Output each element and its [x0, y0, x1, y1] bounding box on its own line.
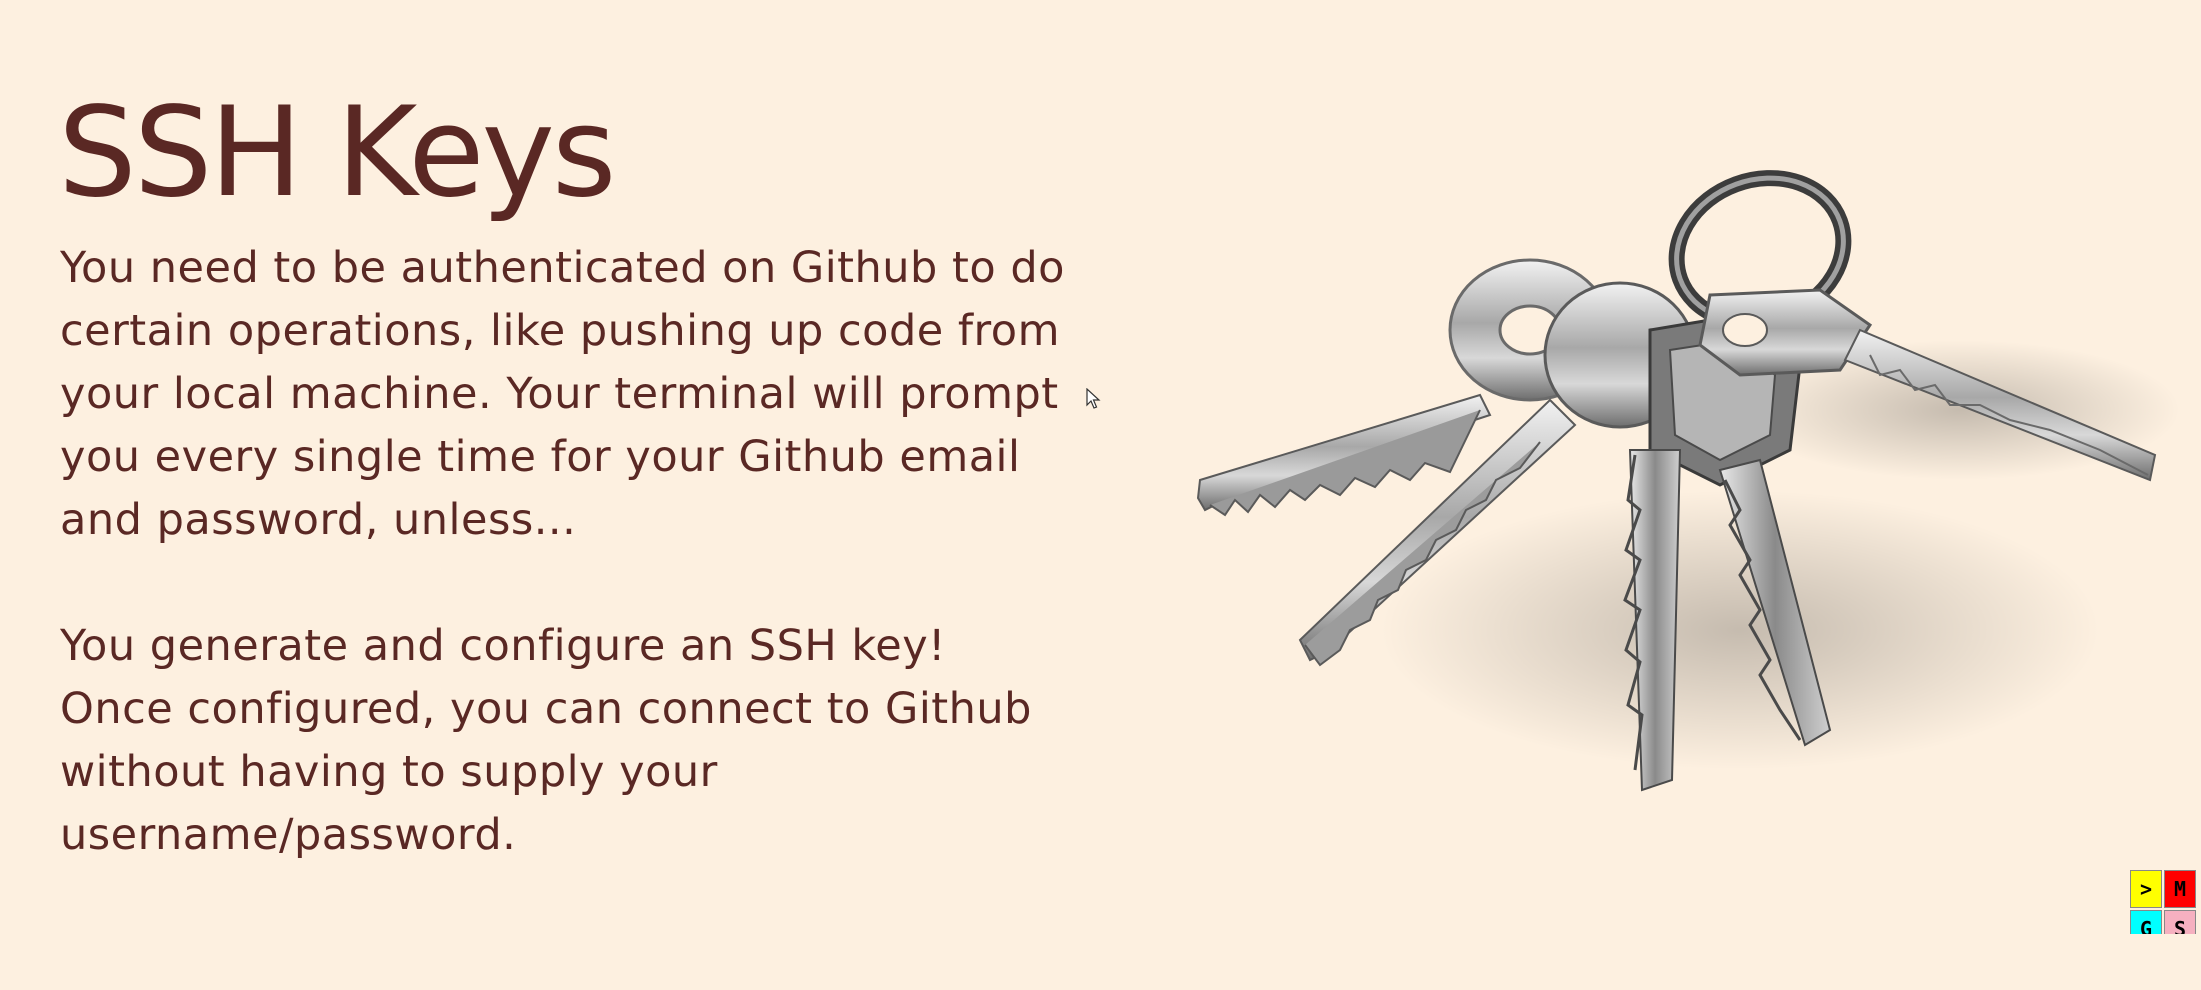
- extension-widget[interactable]: > M G S: [2130, 870, 2200, 934]
- keys-image: [1196, 170, 2180, 792]
- mouse-cursor-icon: [1086, 388, 1101, 409]
- widget-cell-m[interactable]: M: [2164, 870, 2196, 908]
- slide: SSH Keys You need to be authenticated on…: [0, 0, 2201, 990]
- widget-cell-g[interactable]: G: [2130, 910, 2162, 934]
- slide-title: SSH Keys: [58, 81, 616, 225]
- widget-cell-s[interactable]: S: [2164, 910, 2196, 934]
- slide-paragraph-2: You generate and configure an SSH key! O…: [60, 621, 1032, 860]
- widget-cell-prompt[interactable]: >: [2130, 870, 2162, 908]
- slide-paragraph-1: You need to be authenticated on Github t…: [60, 243, 1065, 545]
